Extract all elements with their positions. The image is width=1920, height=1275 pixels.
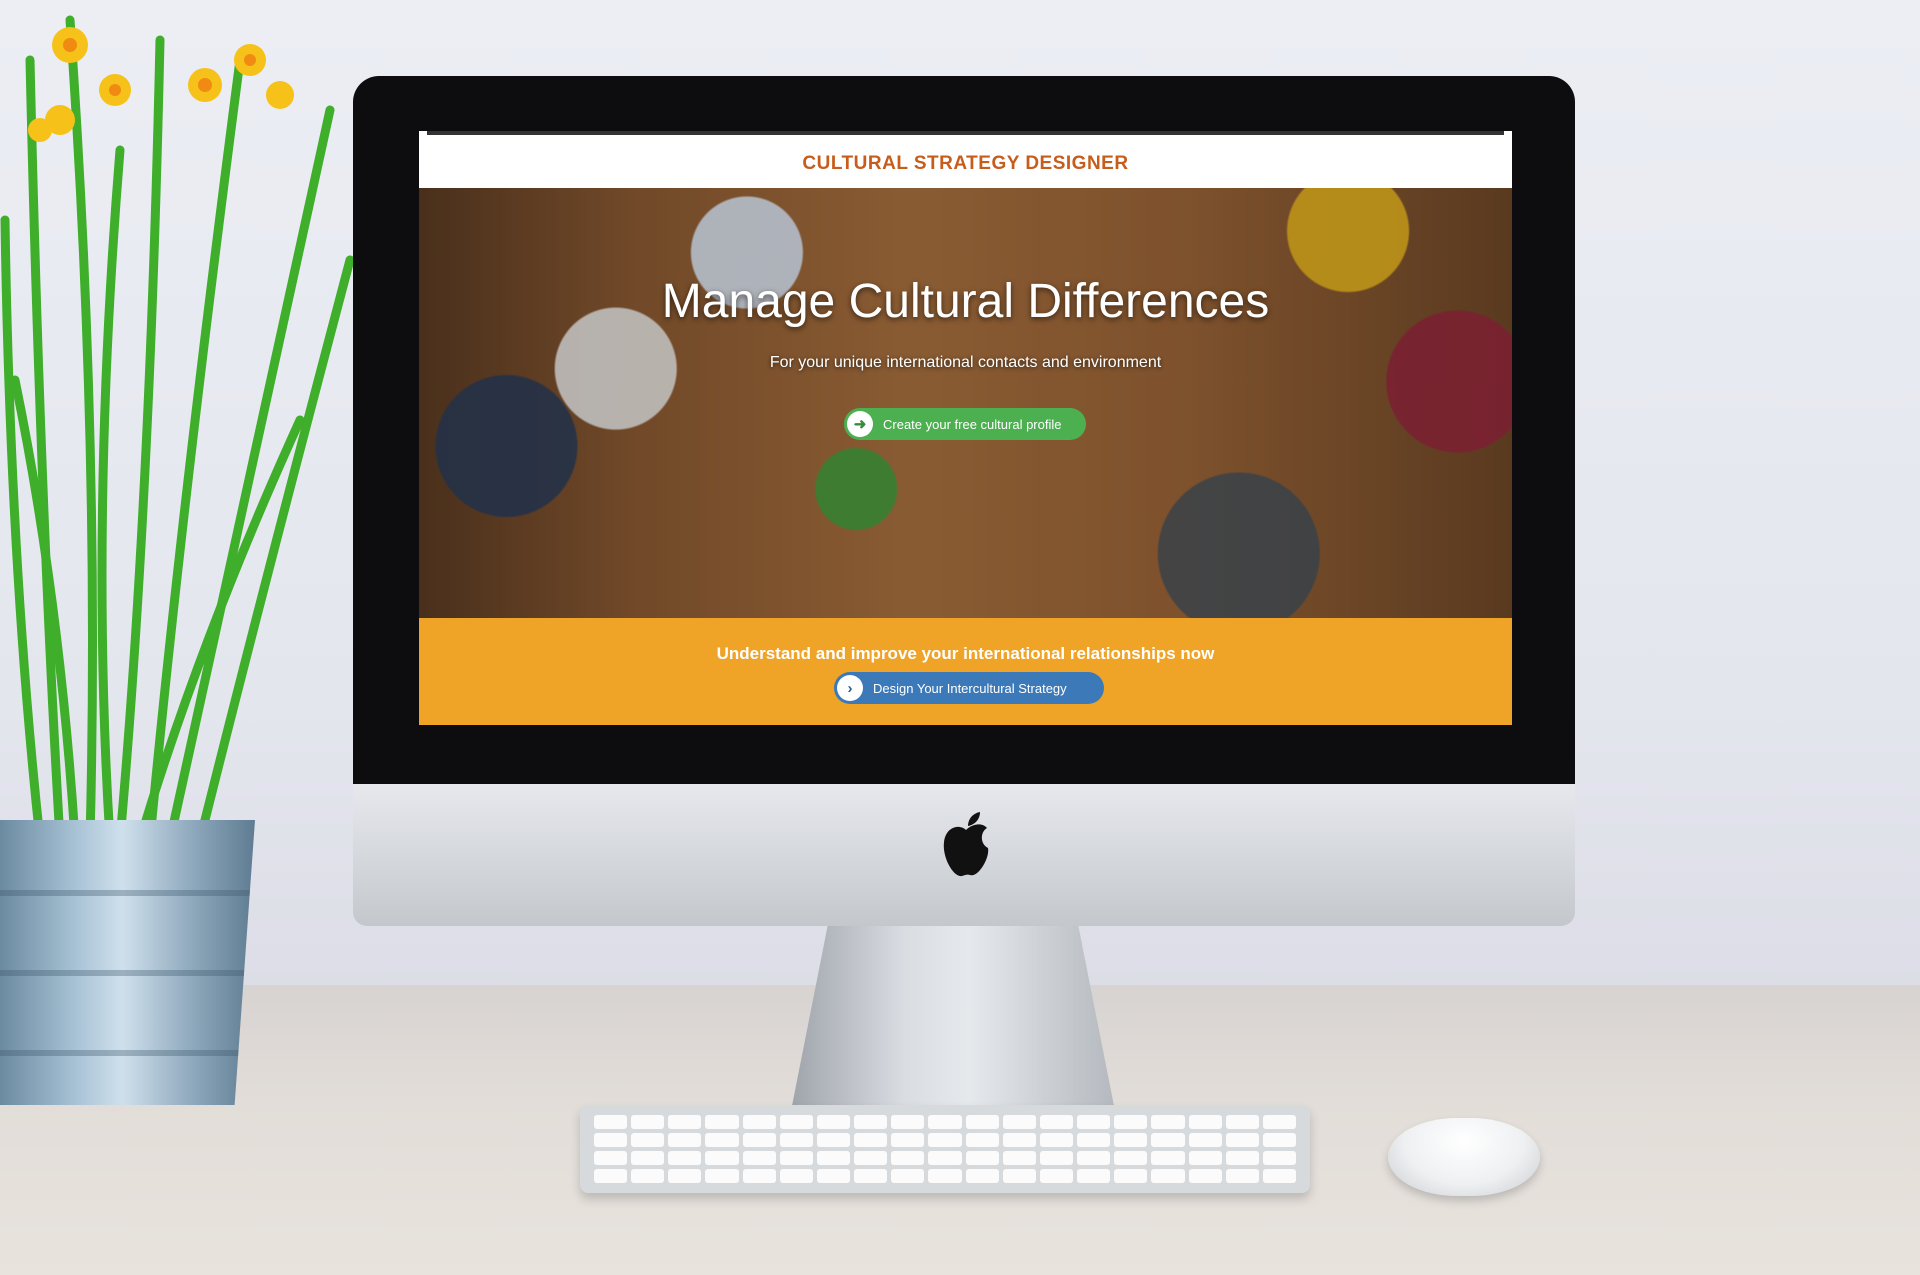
hero-title: Manage Cultural Differences: [661, 275, 1270, 328]
hero-section: Manage Cultural Differences For your uni…: [419, 188, 1512, 618]
mouse[interactable]: [1388, 1118, 1540, 1196]
arrow-right-icon: ➜: [847, 411, 873, 437]
cta-text: Understand and improve your internationa…: [716, 644, 1215, 663]
brand-title[interactable]: CULTURAL STRATEGY DESIGNER: [802, 153, 1128, 175]
hero-subtitle: For your unique international contacts a…: [769, 354, 1162, 371]
design-strategy-button[interactable]: › Design Your Intercultural Strategy: [834, 672, 1104, 704]
hero-image-overlay: [419, 188, 1512, 618]
site-header: CULTURAL STRATEGY DESIGNER: [427, 131, 1504, 192]
apple-logo-icon: [943, 812, 989, 877]
plant-pot: [0, 820, 255, 1105]
chevron-right-icon: ›: [837, 675, 863, 701]
website-screen: CULTURAL STRATEGY DESIGNER Manage Cultur…: [419, 131, 1512, 725]
monitor-stand: [788, 926, 1118, 1126]
design-strategy-label: Design Your Intercultural Strategy: [873, 680, 1067, 696]
keyboard[interactable]: [580, 1105, 1310, 1193]
cta-section: Understand and improve your internationa…: [419, 618, 1512, 725]
create-profile-label: Create your free cultural profile: [883, 416, 1062, 432]
create-profile-button[interactable]: ➜ Create your free cultural profile: [844, 408, 1086, 440]
